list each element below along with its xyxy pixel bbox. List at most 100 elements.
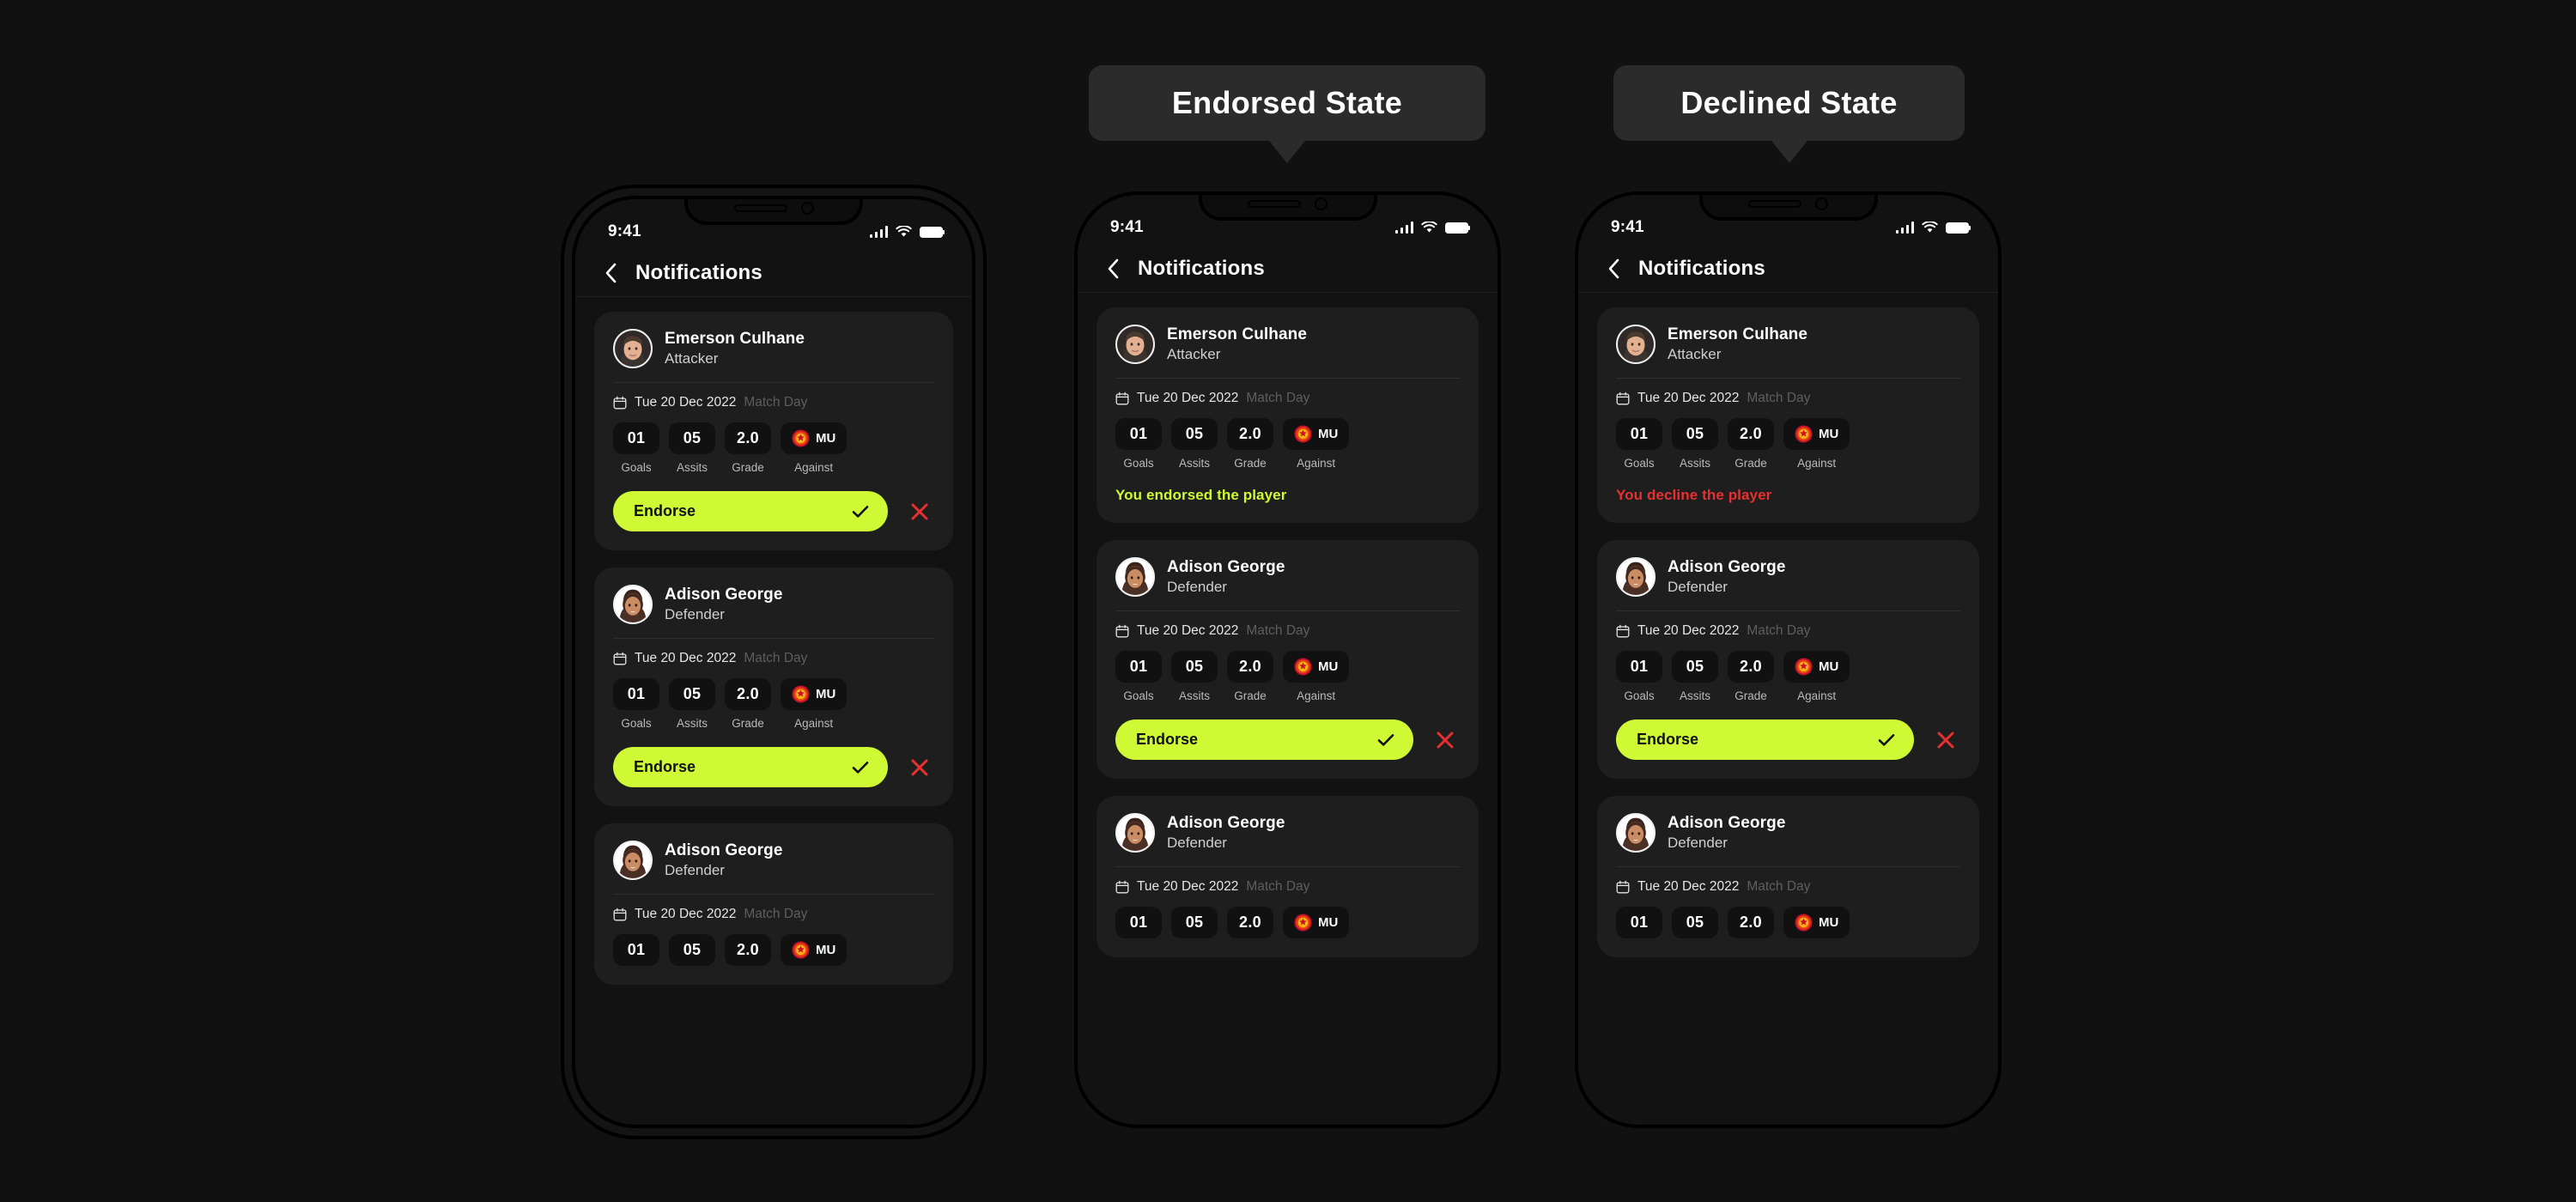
endorse-button[interactable]: Endorse — [613, 747, 888, 787]
wifi-icon — [1922, 222, 1938, 233]
manchester-united-crest-icon — [1294, 425, 1312, 443]
stat-value: 01 — [1129, 658, 1148, 675]
notification-card[interactable]: Emerson Culhane Attacker Tue 20 Dec 2022 — [1597, 307, 1979, 523]
stat-grade: 2.0 — [725, 934, 771, 966]
player-identity: Adison George Defender — [1167, 814, 1285, 852]
match-date: Tue 20 Dec 2022 — [1137, 391, 1239, 405]
stat-label: Grade — [1735, 689, 1767, 702]
notification-card[interactable]: Adison George Defender Tue 20 Dec 2022 M… — [1597, 796, 1979, 957]
player-name: Adison George — [665, 586, 783, 604]
match-date-row: Tue 20 Dec 2022 Match Day — [1115, 879, 1460, 895]
card-header: Emerson Culhane Attacker — [613, 329, 934, 368]
back-button[interactable] — [599, 262, 622, 284]
phone-screen: 9:41 Notifications Emerson Culhane Attac… — [1078, 195, 1498, 1125]
card-header: Adison George Defender — [1115, 557, 1460, 597]
divider — [1115, 866, 1460, 867]
match-date-row: Tue 20 Dec 2022 Match Day — [1616, 623, 1960, 639]
card-header: Adison George Defender — [1115, 813, 1460, 853]
endorse-button[interactable]: Endorse — [1115, 719, 1413, 760]
stat-row: 01 Goals 05 Assits 2.0 Grade MU Against — [613, 678, 934, 730]
calendar-icon — [613, 396, 627, 410]
calendar-icon — [1115, 624, 1129, 638]
stat-value: 01 — [1129, 425, 1148, 442]
stat-value: MU — [816, 943, 836, 957]
player-role: Defender — [1668, 835, 1728, 851]
stat-value: 2.0 — [737, 941, 759, 958]
check-icon — [852, 761, 869, 774]
player-name: Adison George — [1668, 558, 1786, 576]
match-date: Tue 20 Dec 2022 — [1637, 623, 1740, 638]
card-header: Adison George Defender — [1616, 813, 1960, 853]
match-date-row: Tue 20 Dec 2022 Match Day — [1616, 879, 1960, 895]
front-camera-icon — [1815, 197, 1828, 210]
player-role: Defender — [665, 606, 725, 622]
stat-assists: 05 Assits — [1672, 418, 1718, 470]
notification-card[interactable]: Adison George Defender Tue 20 Dec 2022 M… — [1097, 540, 1479, 779]
player-identity: Emerson Culhane Attacker — [1167, 325, 1307, 363]
stat-pill: 2.0 — [1728, 418, 1774, 450]
phone-declined-state: 9:41 Notifications Emerson Culhane Attac… — [1575, 191, 2002, 1128]
match-date: Tue 20 Dec 2022 — [635, 907, 737, 921]
decline-button[interactable] — [905, 497, 934, 526]
stat-value: 2.0 — [1239, 658, 1261, 675]
stat-value: 2.0 — [1239, 425, 1261, 442]
stat-against: MU — [1783, 907, 1850, 938]
nav-bar: Notifications — [575, 249, 972, 297]
notification-list[interactable]: Emerson Culhane Attacker Tue 20 Dec 2022 — [1078, 294, 1498, 1125]
chevron-left-icon — [1108, 258, 1118, 278]
chevron-left-icon — [1608, 258, 1619, 278]
notification-card[interactable]: Adison George Defender Tue 20 Dec 2022 M… — [1097, 796, 1479, 957]
avatar — [613, 585, 653, 624]
male-avatar-icon — [1618, 326, 1654, 362]
manchester-united-crest-icon — [1795, 425, 1813, 443]
notification-card[interactable]: Adison George Defender Tue 20 Dec 2022 M… — [594, 568, 953, 806]
callout-tail-icon — [1771, 141, 1807, 163]
stat-label: Goals — [1123, 689, 1154, 702]
match-day-label: Match Day — [1747, 391, 1811, 405]
notification-card[interactable]: Emerson Culhane Attacker Tue 20 Dec 2022 — [1097, 307, 1479, 523]
decline-button[interactable] — [1931, 725, 1960, 755]
notification-card[interactable]: Adison George Defender Tue 20 Dec 2022 M… — [594, 823, 953, 985]
wifi-icon — [1421, 222, 1437, 233]
calendar-icon — [613, 652, 627, 665]
stat-value: 01 — [627, 429, 646, 446]
stat-pill: MU — [781, 934, 848, 966]
match-day-label: Match Day — [1246, 391, 1310, 405]
match-day-label: Match Day — [744, 907, 808, 921]
manchester-united-crest-icon — [792, 429, 810, 447]
male-avatar-icon — [615, 331, 651, 367]
notification-card[interactable]: Emerson Culhane Attacker Tue 20 Dec 2022 — [594, 312, 953, 550]
stat-against: MU Against — [1283, 418, 1350, 470]
stat-goals: 01 Goals — [1115, 418, 1162, 470]
stat-grade: 2.0 Grade — [725, 678, 771, 730]
phone-endorsed-state: 9:41 Notifications Emerson Culhane Attac… — [1074, 191, 1501, 1128]
stat-pill: 2.0 — [1227, 651, 1273, 683]
endorse-button[interactable]: Endorse — [1616, 719, 1914, 760]
signal-bars-icon — [869, 226, 888, 238]
avatar — [613, 841, 653, 880]
stat-label: Assits — [676, 461, 708, 474]
decline-button[interactable] — [1431, 725, 1460, 755]
back-button[interactable] — [1102, 258, 1124, 280]
stat-grade: 2.0 Grade — [1227, 651, 1273, 702]
stat-pill: 05 — [669, 678, 715, 710]
decline-button[interactable] — [905, 753, 934, 782]
check-icon — [852, 505, 869, 518]
manchester-united-crest-icon — [1795, 658, 1813, 676]
phone-default-state: 9:41 Notifications Emerson Culhane Attac… — [572, 196, 975, 1128]
stat-row: 01 Goals 05 Assits 2.0 Grade MU Against — [1115, 651, 1460, 702]
notch — [1698, 195, 1878, 221]
endorse-button[interactable]: Endorse — [613, 491, 888, 531]
stat-assists: 05 Assits — [669, 678, 715, 730]
stat-goals: 01 Goals — [613, 678, 659, 730]
match-date-row: Tue 20 Dec 2022 Match Day — [1616, 391, 1960, 406]
notification-list[interactable]: Emerson Culhane Attacker Tue 20 Dec 2022 — [575, 298, 972, 1125]
calendar-icon — [1616, 880, 1630, 894]
back-button[interactable] — [1602, 258, 1625, 280]
stat-pill: 2.0 — [725, 422, 771, 454]
stat-goals: 01 Goals — [1616, 418, 1662, 470]
notification-card[interactable]: Adison George Defender Tue 20 Dec 2022 M… — [1597, 540, 1979, 779]
status-clock: 9:41 — [608, 222, 641, 240]
notification-list[interactable]: Emerson Culhane Attacker Tue 20 Dec 2022 — [1578, 294, 1998, 1125]
stat-against: MU Against — [781, 678, 848, 730]
